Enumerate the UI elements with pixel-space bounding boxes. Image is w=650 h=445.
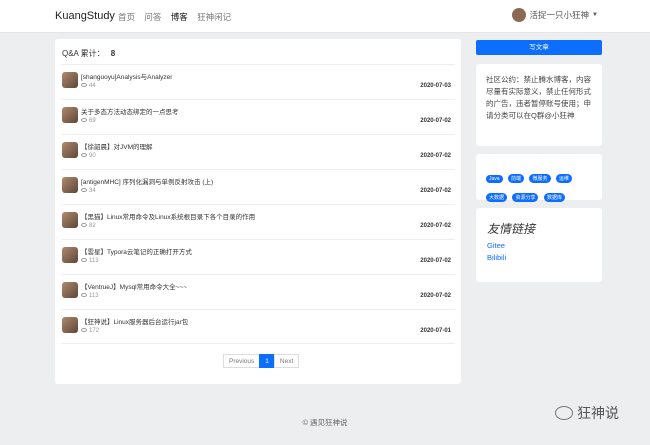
- post-views: 34: [81, 188, 96, 194]
- wechat-icon: [555, 406, 573, 420]
- post-title[interactable]: 【雲星】Typora云笔记的正确打开方式: [81, 246, 192, 256]
- post-title[interactable]: [antigenMHC] 序列化漏洞与单例反射攻击 (上): [81, 176, 213, 186]
- post-title[interactable]: 【黑猫】Linux常用命令及Linux系统根目录下各个目录的作用: [81, 211, 255, 221]
- avatar: [62, 212, 78, 228]
- avatar: [62, 72, 78, 88]
- friend-links-card: 友情链接 Gitee Bilibili: [476, 208, 602, 282]
- tag-frontend[interactable]: 前端: [508, 174, 525, 183]
- post-views: 90: [81, 153, 96, 159]
- post-date: 2020-07-01: [420, 328, 451, 334]
- pagination-next[interactable]: Next: [273, 354, 300, 368]
- tag-java[interactable]: Java: [486, 175, 503, 183]
- post-date: 2020-07-02: [420, 223, 451, 229]
- avatar: [62, 317, 78, 333]
- post-list-panel: Q&A 累计： 8 [shanguoyu]Analysis与Analyzer 44…: [55, 39, 461, 384]
- list-item[interactable]: 【VentrueJ】Mysql常用命令大全~~~ 113 2020-07-02: [61, 274, 455, 309]
- post-count-label: Q&A 累计：: [62, 49, 105, 58]
- avatar: [62, 282, 78, 298]
- avatar: [62, 177, 78, 193]
- watermark-text: 狂神说: [577, 405, 619, 421]
- nav-blog[interactable]: 博客: [171, 12, 188, 22]
- user-menu[interactable]: 活捉一只小狂神 ▼: [511, 8, 598, 22]
- list-item[interactable]: 【黑猫】Linux常用命令及Linux系统根目录下各个目录的作用 82 2020…: [61, 204, 455, 239]
- avatar: [62, 107, 78, 123]
- link-gitee[interactable]: Gitee: [487, 240, 591, 252]
- navbar: KuangStudy 首页 问答 博客 狂神闲记 活捉一只小狂神 ▼: [0, 0, 650, 33]
- avatar: [62, 142, 78, 158]
- post-title[interactable]: [shanguoyu]Analysis与Analyzer: [81, 71, 172, 81]
- post-title[interactable]: 关于多态方法动态绑定的一点思考: [81, 106, 179, 116]
- post-views: 69: [81, 118, 96, 124]
- list-item[interactable]: 【雲星】Typora云笔记的正确打开方式 113 2020-07-02: [61, 239, 455, 274]
- tag-bigdata[interactable]: 大数据: [486, 193, 508, 202]
- eye-icon: [81, 83, 87, 88]
- write-article-button[interactable]: 写文章: [476, 40, 602, 55]
- main-nav: 首页 问答 博客 狂神闲记: [118, 11, 238, 23]
- tag-resource-share[interactable]: 资源分享: [512, 193, 539, 202]
- post-date: 2020-07-02: [420, 188, 451, 194]
- list-item[interactable]: 【徐韶晨】对JVM的理解 90 2020-07-02: [61, 134, 455, 169]
- post-count: Q&A 累计： 8: [62, 48, 115, 59]
- eye-icon: [81, 118, 87, 123]
- eye-icon: [81, 188, 87, 193]
- footer-copyright: © 遇见狂神说: [302, 418, 348, 427]
- avatar: [62, 247, 78, 263]
- link-bilibili[interactable]: Bilibili: [487, 252, 591, 264]
- post-date: 2020-07-02: [420, 153, 451, 159]
- post-views: 113: [81, 293, 99, 299]
- tag-ops[interactable]: 运维: [555, 174, 572, 183]
- tag-microservice[interactable]: 微服务: [529, 174, 551, 183]
- post-date: 2020-07-02: [420, 258, 451, 264]
- post-title[interactable]: 【徐韶晨】对JVM的理解: [81, 141, 153, 151]
- post-count-value: 8: [110, 49, 116, 58]
- list-item[interactable]: [shanguoyu]Analysis与Analyzer 44 2020-07-…: [61, 64, 455, 99]
- avatar: [511, 8, 526, 22]
- nav-notes[interactable]: 狂神闲记: [197, 12, 231, 22]
- post-date: 2020-07-02: [420, 293, 451, 299]
- eye-icon: [81, 293, 87, 298]
- eye-icon: [81, 153, 87, 158]
- list-item[interactable]: 【狂神说】Linux服务器后台运行jar包 172 2020-07-01: [61, 309, 455, 344]
- post-date: 2020-07-02: [420, 118, 451, 124]
- tag-database[interactable]: 数据库: [543, 193, 565, 202]
- eye-icon: [81, 328, 87, 333]
- post-views: 82: [81, 223, 96, 229]
- post-views: 113: [81, 258, 99, 264]
- post-title[interactable]: 【狂神说】Linux服务器后台运行jar包: [81, 316, 188, 326]
- brand-logo[interactable]: KuangStudy: [55, 10, 115, 22]
- friend-links-title: 友情链接: [487, 222, 536, 236]
- community-notice-card: 社区公约：禁止腾水博客，内容尽量有实际意义，禁止任何形式的广告，违者暂停账号使用…: [476, 64, 602, 146]
- eye-icon: [81, 223, 87, 228]
- eye-icon: [81, 258, 87, 263]
- pagination: Previous 1 Next: [223, 354, 300, 368]
- post-date: 2020-07-03: [420, 83, 451, 89]
- community-notice-text: 社区公约：禁止腾水博客，内容尽量有实际意义，禁止任何形式的广告，违者暂停账号使用…: [486, 75, 591, 120]
- post-views: 172: [81, 328, 99, 334]
- nav-home[interactable]: 首页: [118, 12, 135, 22]
- list-item[interactable]: 关于多态方法动态绑定的一点思考 69 2020-07-02: [61, 99, 455, 134]
- pagination-previous[interactable]: Previous: [223, 354, 261, 368]
- tag-cloud: Java 前端 微服务 运维 大数据 资源分享 数据库: [476, 154, 602, 202]
- watermark: 狂神说: [555, 403, 619, 423]
- post-views: 44: [81, 83, 96, 89]
- chevron-down-icon: ▼: [592, 12, 598, 18]
- username: 活捉一只小狂神: [529, 10, 590, 20]
- post-title[interactable]: 【VentrueJ】Mysql常用命令大全~~~: [81, 281, 187, 291]
- list-item[interactable]: [antigenMHC] 序列化漏洞与单例反射攻击 (上) 34 2020-07…: [61, 169, 455, 204]
- pagination-page-current[interactable]: 1: [259, 354, 275, 368]
- nav-qa[interactable]: 问答: [144, 12, 161, 22]
